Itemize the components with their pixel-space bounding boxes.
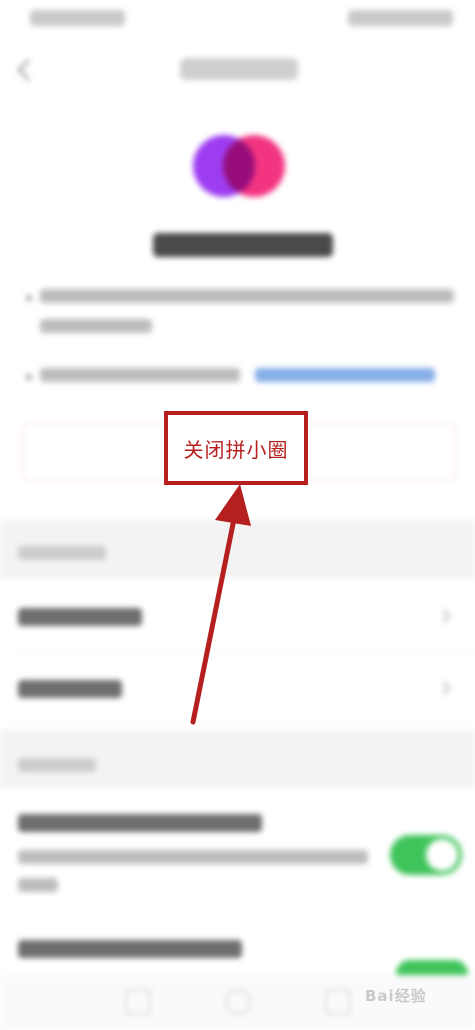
intro-text-line — [40, 289, 454, 303]
status-bar-indicators — [348, 10, 453, 26]
intro-text-line — [40, 319, 152, 333]
watermark-logo: Bai经验 — [365, 987, 427, 1005]
chevron-right-icon — [442, 681, 451, 695]
section-title — [18, 546, 106, 560]
row-label — [18, 680, 122, 698]
close-pinxiaoquan-button[interactable]: 关闭拼小圈 — [164, 411, 308, 485]
bullet-dot — [26, 295, 32, 301]
nav-back-icon[interactable] — [125, 989, 151, 1015]
row-description — [18, 850, 368, 864]
section-header-band — [0, 520, 475, 580]
row-label — [18, 608, 142, 626]
nav-home-icon[interactable] — [225, 989, 251, 1015]
settings-toggle-row — [0, 790, 475, 910]
chevron-left-icon[interactable] — [14, 58, 36, 82]
settings-row[interactable] — [0, 652, 475, 724]
privacy-link[interactable] — [255, 368, 435, 382]
intro-title — [153, 233, 333, 257]
settings-row[interactable] — [0, 580, 475, 652]
logo-circle-right — [223, 135, 285, 197]
status-bar — [0, 0, 475, 38]
section-header-band — [0, 730, 475, 790]
header — [0, 40, 475, 100]
nav-recents-icon[interactable] — [325, 989, 351, 1015]
page-title — [180, 58, 298, 80]
status-bar-time — [30, 10, 125, 26]
row-description — [18, 878, 58, 892]
chevron-right-icon — [442, 609, 451, 623]
intro-text-line — [40, 368, 240, 382]
row-label — [18, 940, 242, 958]
section-title — [18, 758, 96, 772]
settings-toggle-row — [0, 910, 475, 988]
toggle-knob — [426, 839, 458, 871]
toggle-switch-icon[interactable] — [390, 835, 462, 875]
row-label — [18, 814, 262, 832]
pinxiaoquan-logo — [193, 135, 285, 197]
bullet-dot — [26, 374, 32, 380]
